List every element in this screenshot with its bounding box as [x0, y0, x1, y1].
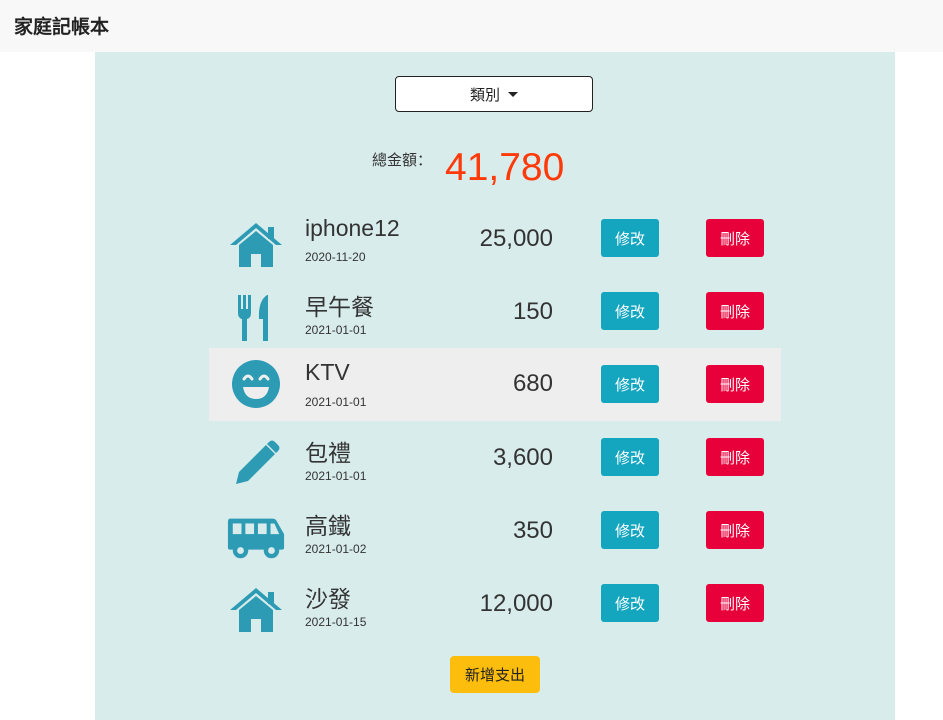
category-dropdown-label: 類別 [469, 85, 500, 104]
delete-button[interactable]: 刪除 [706, 438, 764, 476]
expense-name: KTV [305, 359, 350, 385]
expense-date: 2021-01-01 [305, 323, 367, 337]
expense-date: 2021-01-01 [305, 395, 367, 409]
caret-down-icon [508, 91, 518, 97]
expense-row: 包禮 2021-01-01 3,600 修改 刪除 [209, 427, 781, 500]
expense-amount: 680 [512, 370, 553, 397]
expense-date: 2021-01-15 [305, 615, 367, 629]
total-label: 總金額： [372, 151, 433, 169]
delete-button[interactable]: 刪除 [706, 584, 764, 622]
expense-row: 早午餐 2021-01-01 150 修改 刪除 [209, 281, 781, 354]
expense-name: 包禮 [305, 440, 351, 466]
delete-button[interactable]: 刪除 [706, 219, 764, 257]
edit-button[interactable]: 修改 [601, 219, 659, 257]
expense-amount: 25,000 [479, 225, 553, 252]
expense-name: 沙發 [305, 586, 351, 612]
expense-row: iphone12 2020-11-20 25,000 修改 刪除 [209, 208, 781, 281]
expense-date: 2021-01-02 [305, 542, 367, 556]
edit-button[interactable]: 修改 [601, 438, 659, 476]
expense-name: iphone12 [305, 215, 400, 241]
navbar: 家庭記帳本 [0, 0, 943, 52]
utensils-icon [226, 293, 286, 343]
home-icon [226, 585, 286, 635]
delete-button[interactable]: 刪除 [706, 511, 764, 549]
edit-button[interactable]: 修改 [601, 511, 659, 549]
app-title[interactable]: 家庭記帳本 [14, 12, 109, 39]
van-icon [226, 512, 286, 562]
smile-icon [226, 359, 286, 409]
add-expense-button[interactable]: 新增支出 [450, 656, 540, 693]
expense-date: 2021-01-01 [305, 469, 367, 483]
edit-button[interactable]: 修改 [601, 584, 659, 622]
expense-amount: 12,000 [479, 590, 553, 617]
edit-button[interactable]: 修改 [601, 365, 659, 403]
delete-button[interactable]: 刪除 [706, 365, 764, 403]
expense-amount: 3,600 [492, 444, 553, 471]
edit-button[interactable]: 修改 [601, 292, 659, 330]
expense-name: 早午餐 [305, 294, 374, 320]
home-icon [226, 220, 286, 270]
total-value: 41,780 [445, 146, 565, 189]
expense-date: 2020-11-20 [305, 250, 366, 264]
expense-row-highlighted[interactable]: KTV 2021-01-01 680 修改 刪除 [209, 348, 781, 421]
expense-row: 沙發 2021-01-15 12,000 修改 刪除 [209, 573, 781, 646]
category-dropdown[interactable]: 類別 [395, 76, 593, 112]
expense-row: 高鐵 2021-01-02 350 修改 刪除 [209, 500, 781, 573]
delete-button[interactable]: 刪除 [706, 292, 764, 330]
pencil-icon [226, 439, 286, 489]
expense-amount: 350 [512, 517, 553, 544]
expense-amount: 150 [512, 298, 553, 325]
expense-name: 高鐵 [305, 513, 351, 539]
main-panel: 類別 總金額： 41,780 iphone12 2020-11-20 25,00… [95, 52, 895, 720]
